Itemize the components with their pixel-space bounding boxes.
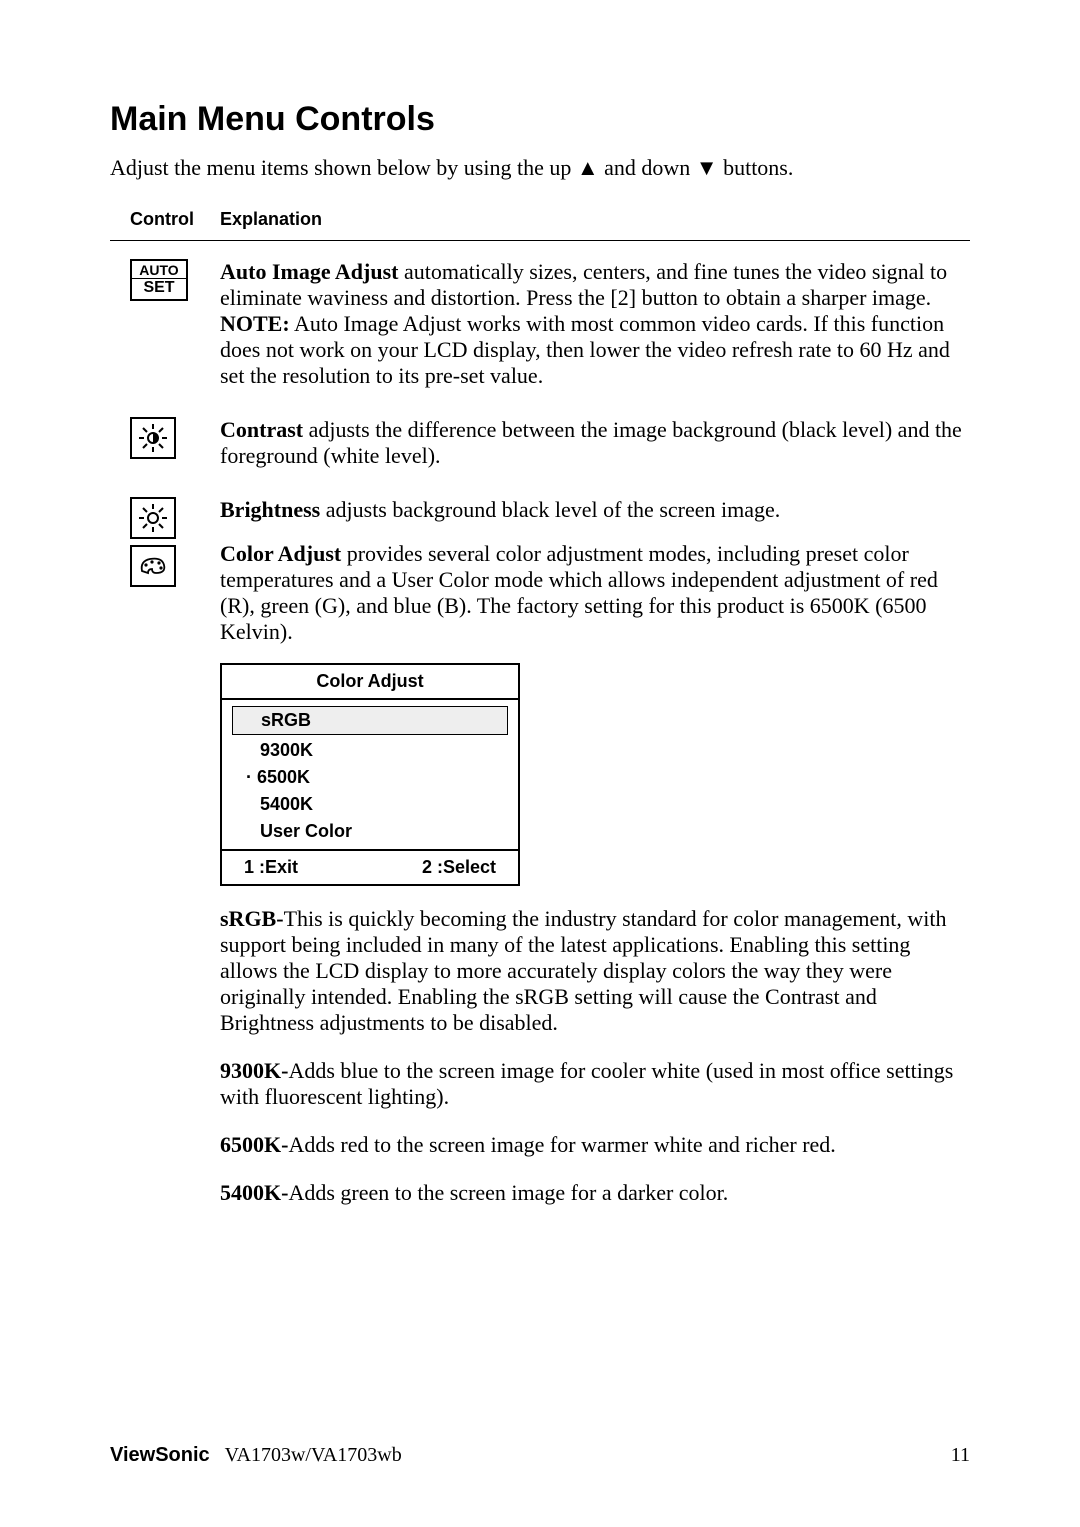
srgb-text: sRGB-This is quickly becoming the indust… — [220, 906, 970, 1036]
ca-exit[interactable]: 1 :Exit — [244, 857, 298, 878]
brightness-title: Brightness — [220, 497, 320, 522]
intro-text: Adjust the menu items shown below by usi… — [110, 155, 970, 181]
k5400-body: Adds green to the screen image for a dar… — [288, 1180, 728, 1205]
auto-set-icon: AUTO SET — [130, 259, 188, 301]
ca-item-6500k[interactable]: · 6500K — [232, 764, 508, 791]
brightness-icon — [130, 497, 176, 539]
auto-note-body: Auto Image Adjust works with most common… — [220, 311, 950, 388]
k5400-text: 5400K-Adds green to the screen image for… — [220, 1180, 970, 1206]
row-brightness-color: Brightness adjusts background black leve… — [110, 497, 970, 1228]
ca-menu-title: Color Adjust — [222, 665, 518, 700]
ca-item-user-color[interactable]: User Color — [232, 818, 508, 845]
intro-post: buttons. — [718, 155, 794, 180]
brightness-text: Brightness adjusts background black leve… — [220, 497, 970, 523]
k9300-body: Adds blue to the screen image for cooler… — [220, 1058, 953, 1109]
srgb-body: This is quickly becoming the industry st… — [220, 906, 946, 1035]
k6500-text: 6500K-Adds red to the screen image for w… — [220, 1132, 970, 1158]
page-footer: ViewSonic VA1703w/VA1703wb 11 — [110, 1444, 970, 1467]
color-adjust-text: Color Adjust provides several color adju… — [220, 541, 970, 645]
k6500-title: 6500K- — [220, 1132, 288, 1157]
header-control: Control — [130, 209, 220, 230]
row-auto-image-adjust: AUTO SET Auto Image Adjust automatically… — [110, 259, 970, 389]
ca-select[interactable]: 2 :Select — [422, 857, 496, 878]
k5400-title: 5400K- — [220, 1180, 288, 1205]
ca-item-5400k[interactable]: 5400K — [232, 791, 508, 818]
contrast-text: Contrast adjusts the difference between … — [220, 417, 970, 469]
k6500-body: Adds red to the screen image for warmer … — [288, 1132, 835, 1157]
color-adjust-menu: Color Adjust sRGB 9300K · 6500K 5400K Us… — [220, 663, 520, 886]
footer-model: VA1703w/VA1703wb — [225, 1444, 402, 1466]
ca-item-9300k[interactable]: 9300K — [232, 737, 508, 764]
auto-adjust-note: NOTE: Auto Image Adjust works with most … — [220, 311, 970, 389]
color-adjust-icon — [130, 545, 176, 587]
k9300-text: 9300K-Adds blue to the screen image for … — [220, 1058, 970, 1110]
header-explanation: Explanation — [220, 209, 970, 230]
brightness-body: adjusts background black level of the sc… — [320, 497, 780, 522]
auto-set-icon-line2: SET — [132, 278, 186, 297]
ca-item-srgb[interactable]: sRGB — [232, 706, 508, 735]
color-adjust-title: Color Adjust — [220, 541, 341, 566]
auto-adjust-title: Auto Image Adjust — [220, 259, 398, 284]
up-triangle-icon: ▲ — [577, 155, 599, 181]
auto-set-icon-line1: AUTO — [132, 263, 186, 278]
page-title: Main Menu Controls — [110, 100, 970, 139]
row-contrast: Contrast adjusts the difference between … — [110, 417, 970, 469]
auto-note-label: NOTE: — [220, 311, 290, 336]
intro-mid: and down — [599, 155, 696, 180]
column-headers: Control Explanation — [110, 209, 970, 241]
k9300-title: 9300K- — [220, 1058, 288, 1083]
down-triangle-icon: ▼ — [696, 155, 718, 181]
footer-page-number: 11 — [951, 1444, 970, 1467]
contrast-title: Contrast — [220, 417, 303, 442]
auto-adjust-text: Auto Image Adjust automatically sizes, c… — [220, 259, 970, 311]
intro-pre: Adjust the menu items shown below by usi… — [110, 155, 577, 180]
srgb-title: sRGB- — [220, 906, 284, 931]
footer-brand: ViewSonic — [110, 1444, 210, 1466]
contrast-icon — [130, 417, 176, 459]
contrast-body: adjusts the difference between the image… — [220, 417, 962, 468]
